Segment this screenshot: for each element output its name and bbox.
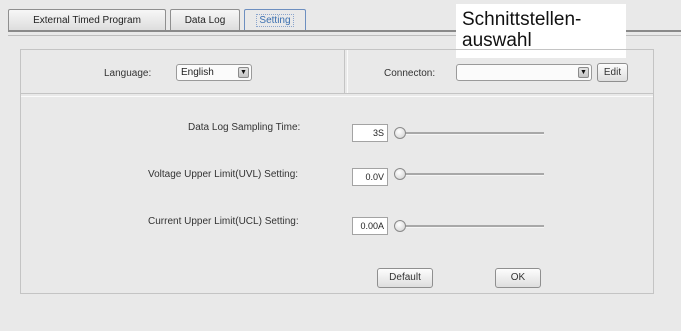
slider-thumb-icon[interactable]	[394, 168, 406, 180]
language-label: Language:	[104, 68, 152, 79]
slider-thumb-icon[interactable]	[394, 127, 406, 139]
connection-select[interactable]: ▼	[456, 64, 592, 81]
chevron-down-icon: ▼	[238, 67, 249, 78]
tab-label: Data Log	[184, 15, 226, 26]
edit-button[interactable]: Edit	[597, 63, 628, 82]
section-divider	[21, 93, 653, 97]
connection-label: Connecton:	[384, 68, 436, 79]
ucl-label: Current Upper Limit(UCL) Setting:	[148, 216, 299, 227]
tab-label: Setting	[256, 14, 294, 27]
sampling-time-slider[interactable]	[394, 126, 544, 140]
slider-track	[398, 132, 544, 135]
language-select[interactable]: English ▼	[176, 64, 252, 81]
tab-data-log[interactable]: Data Log	[170, 9, 240, 31]
ok-button[interactable]: OK	[495, 268, 541, 288]
settings-panel	[20, 49, 654, 294]
language-value: English	[181, 67, 214, 78]
slider-track	[398, 173, 544, 176]
tab-setting[interactable]: Setting	[244, 9, 306, 31]
ucl-slider[interactable]	[394, 219, 544, 233]
slider-thumb-icon[interactable]	[394, 220, 406, 232]
uvl-slider[interactable]	[394, 167, 544, 181]
callout-line-2: auswahl	[462, 30, 532, 51]
uvl-field[interactable]: 0.0V	[352, 168, 388, 186]
chevron-down-icon: ▼	[578, 67, 589, 78]
tab-external-timed-program[interactable]: External Timed Program	[8, 9, 166, 31]
uvl-label: Voltage Upper Limit(UVL) Setting:	[148, 169, 299, 180]
callout-line-1: Schnittstellen-	[462, 9, 582, 30]
sampling-time-field[interactable]: 3S	[352, 124, 388, 142]
slider-track	[398, 225, 544, 228]
ucl-field[interactable]: 0.00A	[352, 217, 388, 235]
column-divider	[344, 50, 348, 93]
sampling-time-label: Data Log Sampling Time:	[188, 122, 301, 133]
default-button[interactable]: Default	[377, 268, 433, 288]
tab-label: External Timed Program	[33, 15, 141, 26]
